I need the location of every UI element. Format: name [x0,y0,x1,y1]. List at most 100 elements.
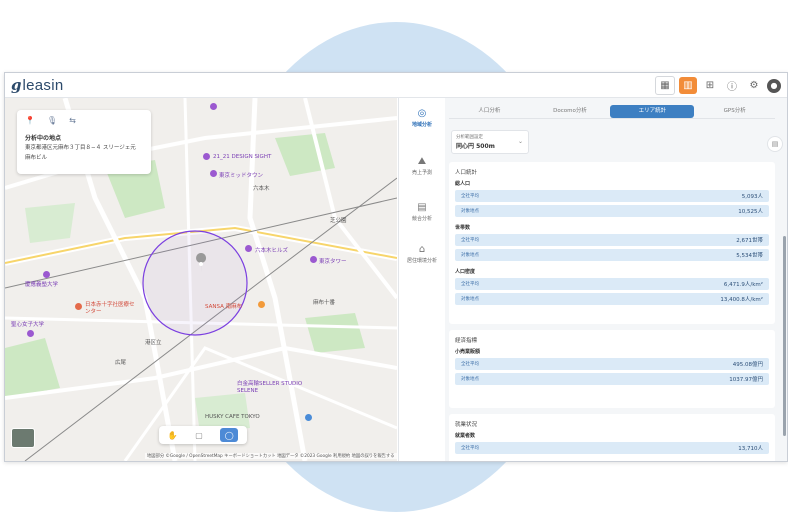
map-label: 芝公園 [330,218,347,224]
row-label: 全社平均 [461,282,479,287]
table-row: 対象地点 10,525人 [455,205,769,217]
park-area [25,203,75,243]
map-label: 六本木ヒルズ [255,248,289,254]
draw-circle-icon[interactable]: ◯ [220,428,239,442]
row-label: 対象地点 [461,377,479,382]
table-row: 全社平均 6,471.9人/km² [455,278,769,290]
section-population-stats: 人口統計 総人口 全社平均 5,093人 対象地点 10,525人 世帯数 全社… [449,162,775,324]
nav-item-area-analysis[interactable]: ◎ 地域分析 [399,108,445,129]
route-tool-icon[interactable]: ⇆ [69,116,76,125]
card-address-line2: 麻布ビル [25,155,48,161]
table-row: 対象地点 1037.97億円 [455,373,769,385]
section-title: 人口統計 [455,170,478,176]
row-label: 対象地点 [461,253,479,258]
top-toolbar: ▦ ▥ ⊞ ⓘ ⚙ ● [655,76,781,95]
analysis-radius-circle [142,230,248,336]
park-area [305,313,365,353]
map-label: 東京ミッドタウン [219,173,264,179]
card-address-line1: 東京都港区元麻布３丁目８−４ スリージェ元 [25,145,136,151]
section-title: 経済指標 [455,338,478,344]
poi-icon[interactable] [43,271,50,278]
row-value: 5,093人 [741,194,763,200]
top-bar: g leasin ▦ ▥ ⊞ ⓘ ⚙ ● [5,73,787,98]
poi-icon[interactable] [210,103,217,110]
row-value: 13,710人 [738,446,763,452]
map-label: 白金高輪SELLER STUDIO SELENE [237,381,303,394]
range-label: 分析範囲設定 [456,135,483,140]
chevron-down-icon: ⌄ [517,138,523,145]
gear-icon[interactable]: ⚙ [745,77,763,94]
shop-icon[interactable] [258,301,265,308]
table-row: 全社平均 495.08億円 [455,358,769,370]
user-icon[interactable]: ● [767,78,781,93]
row-label: 対象地点 [461,297,479,302]
table-row: 対象地点 5,534世帯 [455,249,769,261]
poi-icon[interactable] [310,256,317,263]
nav-item-competitor-analysis[interactable]: ▤ 競合分析 [399,202,445,223]
chart-icon[interactable]: ▥ [679,77,697,94]
tab-docomo[interactable]: Docomo分析 [530,105,611,118]
card-title: 分析中の地点 [25,135,62,142]
nav-item-living-analysis[interactable]: ⌂ 居住環境分析 [399,244,445,265]
mic-tool-icon[interactable]: 🎙 [47,116,57,125]
table-row: 全社平均 2,671世帯 [455,234,769,246]
target-icon: ◎ [417,108,427,119]
map-label: 広尾 [115,360,127,366]
row-label: 対象地点 [461,209,479,214]
map-icon[interactable]: ▦ [655,76,675,95]
group-title: 人口密度 [455,269,476,275]
logo-text: leasin [22,76,64,94]
row-value: 1037.97億円 [729,377,763,383]
row-value: 10,525人 [738,209,763,215]
map-label: 21_21 DESIGN SIGHT [213,154,272,160]
pin-tool-icon[interactable]: 📍 [25,116,35,125]
range-select[interactable]: 分析範囲設定 同心円 500m ⌄ [451,130,529,154]
nav-label: 居住環境分析 [407,258,438,264]
map-label: 東京タワー [319,259,347,265]
map-label: 日本赤十字社医療センター [85,302,135,315]
row-value: 495.08億円 [732,362,763,368]
section-title: 就業状況 [455,422,478,428]
group-title: 就業者数 [455,433,476,439]
square-icon[interactable]: ▢ [195,431,203,440]
info-icon[interactable]: ⓘ [723,77,741,94]
grid-icon[interactable]: ⊞ [701,77,719,94]
map-control-bar: ✋ ▢ ◯ [159,426,247,444]
row-label: 全社平均 [461,238,479,243]
cafe-icon[interactable] [305,414,312,421]
mountain-icon: ⛰ [417,156,427,167]
poi-icon[interactable] [203,153,210,160]
map-view[interactable]: 21_21 DESIGN SIGHT 東京ミッドタウン 六本木 六本木ヒルズ 東… [5,98,397,461]
map-layer-toggle[interactable] [11,428,35,448]
nav-label: 地域分析 [411,122,432,128]
row-value: 5,534世帯 [736,253,763,259]
tab-population[interactable]: 人口分析 [449,105,530,118]
tab-area-stats[interactable]: エリア統計 [610,104,695,118]
panel-scrollbar[interactable] [783,236,786,436]
hand-icon[interactable]: ✋ [168,431,178,440]
table-row: 全社平均 13,710人 [455,442,769,454]
nav-item-sales-forecast[interactable]: ⛰ 売上予測 [399,156,445,177]
nav-label: 売上予測 [411,170,432,176]
map-label: 慶應義塾大学 [25,282,59,288]
hospital-icon[interactable] [75,303,82,310]
row-label: 全社平均 [461,362,479,367]
section-economic-indicators: 経済指標 小売業販額 全社平均 495.08億円 対象地点 1037.97億円 [449,330,775,408]
logo-mark: g [11,76,22,94]
tab-gps[interactable]: GPS分析 [694,105,775,118]
map-label: 港区立 [145,340,162,346]
row-label: 全社平均 [461,446,479,451]
group-title: 世帯数 [455,225,471,231]
poi-icon[interactable] [27,330,34,337]
map-label: 麻布十番 [313,300,336,306]
section-employment: 就業状況 就業者数 全社平均 13,710人 [449,414,775,461]
map-attribution[interactable]: 地図部分 ©Google / OpenStreetMap キーボードショートカッ… [145,453,397,459]
poi-icon[interactable] [210,170,217,177]
panel-tabs: 人口分析 Docomo分析 エリア統計 GPS分析 [449,104,775,119]
document-icon[interactable]: ▤ [767,136,783,152]
nav-label: 競合分析 [411,216,432,222]
poi-icon[interactable] [245,245,252,252]
logo[interactable]: g leasin [11,76,64,94]
location-info-card: 📍 🎙 ⇆ 分析中の地点 東京都港区元麻布３丁目８−４ スリージェ元 麻布ビル [17,110,151,174]
table-row: 全社平均 5,093人 [455,190,769,202]
